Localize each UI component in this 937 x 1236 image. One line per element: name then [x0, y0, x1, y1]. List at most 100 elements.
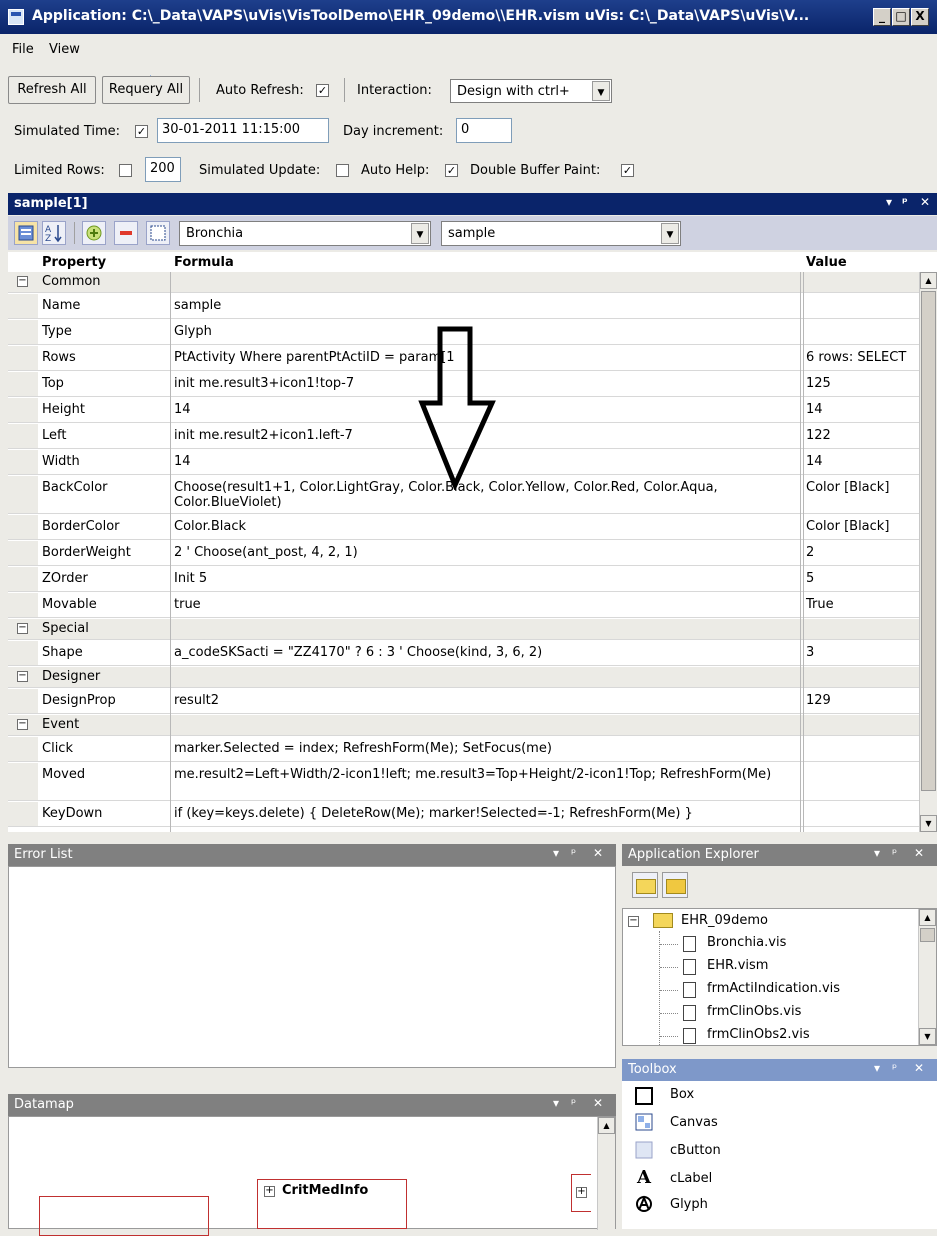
simulated-update-checkbox[interactable] [336, 164, 349, 177]
toolbox-item-cbutton[interactable]: cButton [670, 1143, 721, 1158]
interaction-select[interactable]: Design with ctrl+ ▼ [450, 79, 612, 103]
property-formula[interactable]: a_codeSKSacti = "ZZ4170" ? 6 : 3 ' Choos… [174, 645, 802, 660]
object-select[interactable]: sample ▼ [441, 221, 681, 246]
column-header-formula[interactable]: Formula [174, 252, 234, 272]
scroll-down-icon[interactable]: ▼ [919, 1028, 936, 1045]
property-row[interactable]: Name sample [8, 294, 919, 319]
property-formula[interactable]: Color.Black [174, 519, 802, 534]
form-select[interactable]: Bronchia ▼ [179, 221, 431, 246]
error-list-header[interactable]: Error List ▾ ᵖ ✕ [8, 844, 616, 866]
toolbox-item-box[interactable]: Box [670, 1087, 694, 1102]
app-explorer-scrollbar[interactable]: ▲ ▼ [918, 909, 936, 1045]
panel-dropdown-icon[interactable]: ▾ [553, 1096, 559, 1110]
open-folder-icon[interactable] [662, 872, 688, 898]
limited-rows-input[interactable]: 200 [145, 157, 181, 182]
property-category-row[interactable]: − Event [8, 715, 919, 736]
auto-help-checkbox[interactable]: ✓ [445, 164, 458, 177]
property-row[interactable]: Moved me.result2=Left+Width/2-icon1!left;… [8, 763, 919, 801]
tree-file-item[interactable]: Bronchia.vis [707, 935, 786, 950]
select-frame-icon[interactable] [146, 221, 170, 245]
scroll-down-icon[interactable]: ▼ [920, 815, 937, 832]
add-icon[interactable] [82, 221, 106, 245]
toolbox-header[interactable]: Toolbox ▾ ᵖ ✕ [622, 1059, 937, 1081]
property-row[interactable]: BorderWeight 2 ' Choose(ant_post, 4, 2, 1… [8, 541, 919, 566]
datamap-header[interactable]: Datamap ▾ ᵖ ✕ [8, 1094, 616, 1116]
property-row[interactable]: Click marker.Selected = index; RefreshFor… [8, 737, 919, 762]
property-row[interactable]: DesignProp result2 129 [8, 689, 919, 714]
panel-dropdown-icon[interactable]: ▾ [874, 1061, 880, 1075]
minimize-button[interactable]: _ [873, 8, 891, 26]
property-grid-scrollbar[interactable]: ▲ ▼ [919, 272, 937, 832]
properties-panel-header[interactable]: sample[1] ▾ ᵖ ✕ [8, 193, 937, 215]
property-formula[interactable]: 2 ' Choose(ant_post, 4, 2, 1) [174, 545, 802, 560]
close-button[interactable]: X [911, 8, 929, 26]
property-row[interactable]: BorderColor Color.Black Color [Black] [8, 515, 919, 540]
toolbox-item-canvas[interactable]: Canvas [670, 1115, 718, 1130]
datamap-canvas[interactable]: + CritMedInfo + ▲ [8, 1116, 616, 1236]
window-title-bar[interactable]: Application: C:\_Data\VAPS\uVis\VisToolD… [0, 0, 937, 34]
property-formula[interactable]: if (key=keys.delete) { DeleteRow(Me); ma… [174, 806, 802, 821]
datamap-node-partial[interactable]: + [571, 1174, 591, 1212]
categorized-view-icon[interactable] [14, 221, 38, 245]
panel-dropdown-icon[interactable]: ▾ [874, 846, 880, 860]
pin-icon[interactable]: ᵖ [892, 846, 897, 860]
maximize-button[interactable]: □ [892, 8, 910, 26]
pin-icon[interactable]: ᵖ [892, 1061, 897, 1075]
property-category-row[interactable]: − Designer [8, 667, 919, 688]
tree-file-item[interactable]: frmClinObs.vis [707, 1004, 801, 1019]
double-buffer-checkbox[interactable]: ✓ [621, 164, 634, 177]
property-row[interactable]: ZOrder Init 5 5 [8, 567, 919, 592]
datamap-node-critmedinfo[interactable]: + CritMedInfo [257, 1179, 407, 1229]
panel-dropdown-icon[interactable]: ▾ [886, 195, 892, 209]
close-icon[interactable]: ✕ [593, 1096, 603, 1110]
category-collapse-icon[interactable]: − [17, 276, 28, 287]
auto-refresh-checkbox[interactable]: ✓ [316, 84, 329, 97]
property-category-row[interactable]: − Common [8, 272, 919, 293]
tree-root-item[interactable]: EHR_09demo [681, 913, 768, 928]
property-formula[interactable]: result2 [174, 693, 802, 708]
scroll-up-icon[interactable]: ▲ [919, 909, 936, 926]
tree-file-item[interactable]: frmActiIndication.vis [707, 981, 840, 996]
property-formula[interactable]: true [174, 597, 802, 612]
property-row[interactable]: Movable true True [8, 593, 919, 618]
property-row[interactable]: Shape a_codeSKSacti = "ZZ4170" ? 6 : 3 ' … [8, 641, 919, 666]
scroll-up-icon[interactable]: ▲ [598, 1117, 615, 1134]
pin-icon[interactable]: ᵖ [571, 1096, 576, 1110]
tree-file-item[interactable]: EHR.vism [707, 958, 768, 973]
tree-collapse-icon[interactable]: − [628, 916, 639, 927]
panel-dropdown-icon[interactable]: ▾ [553, 846, 559, 860]
toolbox-item-clabel[interactable]: cLabel [670, 1171, 712, 1186]
sort-alpha-icon[interactable]: AZ [42, 221, 66, 245]
remove-icon[interactable] [114, 221, 138, 245]
menu-view[interactable]: View [49, 42, 80, 57]
app-explorer-header[interactable]: Application Explorer ▾ ᵖ ✕ [622, 844, 937, 866]
column-header-property[interactable]: Property [42, 252, 106, 272]
property-formula[interactable]: marker.Selected = index; RefreshForm(Me)… [174, 741, 802, 756]
limited-rows-checkbox[interactable] [119, 164, 132, 177]
requery-all-button[interactable]: Requery All [102, 76, 190, 104]
property-formula[interactable]: me.result2=Left+Width/2-icon1!left; me.r… [174, 767, 802, 782]
property-formula[interactable]: sample [174, 298, 802, 313]
node-expand-icon[interactable]: + [264, 1186, 275, 1197]
scroll-thumb[interactable] [920, 928, 935, 942]
property-row[interactable]: KeyDown if (key=keys.delete) { DeleteRow(… [8, 802, 919, 827]
close-icon[interactable]: ✕ [914, 846, 924, 860]
pin-icon[interactable]: ᵖ [571, 846, 576, 860]
day-increment-input[interactable]: 0 [456, 118, 512, 143]
scroll-thumb[interactable] [921, 291, 936, 791]
close-icon[interactable]: ✕ [920, 195, 930, 209]
refresh-all-button[interactable]: Refresh All [8, 76, 96, 104]
category-collapse-icon[interactable]: − [17, 623, 28, 634]
datamap-scrollbar[interactable]: ▲ [597, 1117, 615, 1230]
property-formula[interactable]: Init 5 [174, 571, 802, 586]
node-expand-icon[interactable]: + [576, 1187, 587, 1198]
close-icon[interactable]: ✕ [914, 1061, 924, 1075]
category-collapse-icon[interactable]: − [17, 719, 28, 730]
simulated-time-input[interactable]: 30-01-2011 11:15:00 [157, 118, 329, 143]
datamap-node-box[interactable] [39, 1196, 209, 1236]
new-folder-icon[interactable] [632, 872, 658, 898]
category-collapse-icon[interactable]: − [17, 671, 28, 682]
toolbox-item-glyph[interactable]: Glyph [670, 1197, 708, 1212]
scroll-up-icon[interactable]: ▲ [920, 272, 937, 289]
tree-file-item[interactable]: frmClinObs2.vis [707, 1027, 810, 1042]
